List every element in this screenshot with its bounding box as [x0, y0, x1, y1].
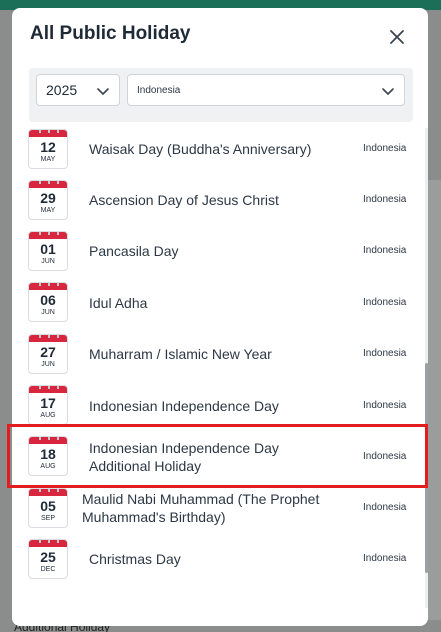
scrollbar-thumb[interactable]: [425, 363, 428, 573]
holiday-country: Indonesia: [363, 451, 407, 462]
calendar-icon: 12 MAY: [28, 129, 68, 169]
calendar-icon: 01 JUN: [28, 231, 68, 271]
public-holiday-modal: All Public Holiday 2025 Indonesia 12 MAY…: [12, 8, 428, 626]
holiday-row[interactable]: 17 AUG Indonesian Independence Day Indon…: [12, 384, 424, 435]
chevron-down-icon: [97, 88, 109, 95]
holiday-name: Indonesian Independence Day: [89, 398, 279, 414]
holiday-country: Indonesia: [363, 348, 407, 359]
filter-bar: 2025 Indonesia: [29, 68, 413, 122]
holiday-row[interactable]: 29 MAY Ascension Day of Jesus Christ Ind…: [12, 179, 424, 230]
holiday-country: Indonesia: [363, 502, 407, 513]
holiday-list[interactable]: 12 MAY Waisak Day (Buddha's Anniversary)…: [12, 128, 428, 608]
holiday-name: Ascension Day of Jesus Christ: [89, 192, 279, 208]
holiday-day: 27: [40, 344, 56, 360]
holiday-day: 12: [40, 139, 56, 155]
holiday-day: 29: [40, 190, 56, 206]
holiday-day: 17: [40, 395, 56, 411]
calendar-icon: 17 AUG: [28, 385, 68, 425]
holiday-month: DEC: [40, 566, 56, 573]
holiday-day: 01: [40, 241, 56, 257]
holiday-country: Indonesia: [363, 553, 407, 564]
holiday-row[interactable]: 05 SEP Maulid Nabi Muhammad (The Prophet…: [12, 487, 424, 538]
holiday-name: Indonesian Independence Day Additional H…: [89, 440, 279, 474]
holiday-month: AUG: [40, 412, 56, 419]
chevron-down-icon: [382, 88, 394, 95]
modal-title: All Public Holiday: [30, 23, 191, 44]
holiday-country: Indonesia: [363, 143, 407, 154]
holiday-row[interactable]: 06 JUN Idul Adha Indonesia: [12, 281, 424, 332]
holiday-row-selected[interactable]: 18 AUG Indonesian Independence Day Addit…: [12, 435, 424, 486]
holiday-day: 18: [40, 446, 56, 462]
country-select[interactable]: Indonesia: [127, 74, 405, 106]
holiday-name: Maulid Nabi Muhammad (The Prophet Muhamm…: [82, 491, 320, 525]
holiday-name: Christmas Day: [89, 551, 181, 567]
holiday-name: Waisak Day (Buddha's Anniversary): [89, 141, 312, 157]
holiday-row[interactable]: 01 JUN Pancasila Day Indonesia: [12, 230, 424, 281]
holiday-country: Indonesia: [363, 194, 407, 205]
holiday-name: Idul Adha: [89, 295, 148, 311]
holiday-country: Indonesia: [363, 400, 407, 411]
holiday-month: SEP: [40, 515, 55, 522]
calendar-icon: 25 DEC: [28, 539, 68, 579]
calendar-icon: 06 JUN: [28, 282, 68, 322]
holiday-row[interactable]: 12 MAY Waisak Day (Buddha's Anniversary)…: [12, 128, 424, 179]
holiday-name: Pancasila Day: [89, 243, 179, 259]
close-icon: [390, 30, 404, 44]
holiday-row[interactable]: 25 DEC Christmas Day Indonesia: [12, 538, 424, 589]
country-select-value: Indonesia: [137, 84, 181, 96]
holiday-month: JUN: [41, 258, 55, 265]
calendar-icon: 18 AUG: [28, 436, 68, 476]
holiday-day: 25: [40, 549, 56, 565]
holiday-month: MAY: [40, 207, 56, 214]
close-button[interactable]: [386, 26, 408, 48]
holiday-name: Muharram / Islamic New Year: [89, 346, 272, 362]
holiday-month: JUN: [41, 309, 55, 316]
calendar-icon: 29 MAY: [28, 180, 68, 220]
holiday-month: MAY: [40, 156, 56, 163]
holiday-day: 06: [40, 292, 56, 308]
year-select[interactable]: 2025: [36, 74, 120, 106]
holiday-month: JUN: [41, 361, 55, 368]
holiday-day: 05: [40, 498, 56, 514]
calendar-icon: 27 JUN: [28, 334, 68, 374]
year-select-value: 2025: [46, 82, 78, 98]
holiday-country: Indonesia: [363, 245, 407, 256]
holiday-row[interactable]: 27 JUN Muharram / Islamic New Year Indon…: [12, 333, 424, 384]
holiday-country: Indonesia: [363, 297, 407, 308]
holiday-month: AUG: [40, 463, 56, 470]
calendar-icon: 05 SEP: [28, 488, 68, 528]
